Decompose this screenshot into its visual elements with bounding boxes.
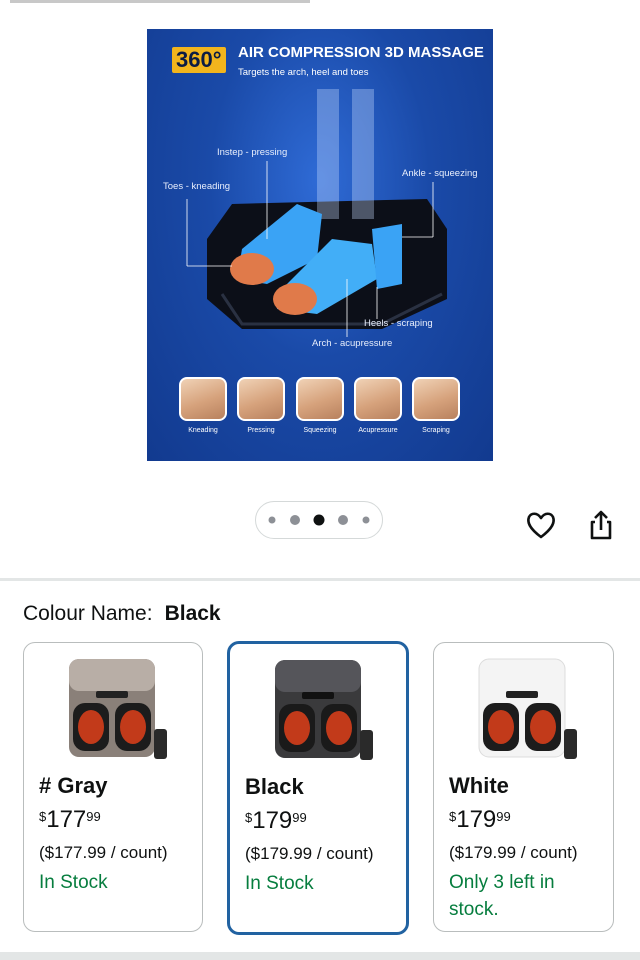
pager-dot-active[interactable] <box>313 514 325 526</box>
callout-ankle: Ankle - squeezing <box>402 168 478 179</box>
callout-instep: Instep - pressing <box>217 147 288 158</box>
technique-label: Kneading <box>188 427 218 434</box>
technique-thumb <box>179 377 227 421</box>
swatch-unit-price: ($179.99 / count) <box>449 843 578 862</box>
swatch-name: # Gray <box>39 773 108 798</box>
technique-label: Acupressure <box>358 427 398 434</box>
technique-thumbnails: Kneading Pressing Squeezing Acupressure … <box>147 377 493 439</box>
share-button[interactable] <box>584 508 618 542</box>
swatch-price: $17999 <box>245 807 307 834</box>
swatch-unit-price: ($177.99 / count) <box>39 843 168 862</box>
callout-heels: Heels - scraping <box>364 318 433 329</box>
colour-value: Black <box>164 602 221 625</box>
swatch-stock-status: In Stock <box>245 873 314 894</box>
product-image[interactable]: 360° AIR COMPRESSION 3D MASSAGE Targets … <box>147 29 493 461</box>
pager-dot[interactable] <box>268 516 276 524</box>
cropped-top-text <box>0 0 640 14</box>
callout-arch: Arch - acupressure <box>312 338 393 349</box>
swatch-price: $17799 <box>39 806 101 833</box>
swatch-name: White <box>449 773 509 798</box>
technique-label: Pressing <box>247 427 275 434</box>
swatch-stock-status: In Stock <box>39 872 108 893</box>
colour-name-row: Colour Name: Black <box>23 602 221 626</box>
product-thumbnail <box>69 659 167 759</box>
pager-dot[interactable] <box>290 515 300 525</box>
technique-label: Scraping <box>422 427 450 434</box>
pager-dot[interactable] <box>338 515 348 525</box>
swatch-stock-status: Only 3 left in stock. <box>449 872 555 920</box>
hero-title: AIR COMPRESSION 3D MASSAGE <box>238 44 484 61</box>
product-thumbnail <box>478 658 577 759</box>
swatch-unit-price: ($179.99 / count) <box>245 844 374 863</box>
hero-subtitle: Targets the arch, heel and toes <box>238 67 369 78</box>
heart-icon <box>527 512 555 539</box>
swatch-name: Black <box>245 774 304 799</box>
technique-thumb <box>354 377 402 421</box>
pager-dot[interactable] <box>362 516 370 524</box>
technique-label: Squeezing <box>303 427 337 434</box>
swatch-gray[interactable]: # Gray $17799 ($177.99 / count) In Stock <box>23 642 203 932</box>
swatch-price: $17999 <box>449 806 511 833</box>
callout-toes: Toes - kneading <box>163 181 231 192</box>
section-divider <box>0 952 640 960</box>
product-thumbnail <box>275 660 373 760</box>
wishlist-button[interactable] <box>524 508 558 542</box>
technique-thumb <box>412 377 460 421</box>
hero-badge: 360° <box>172 47 226 73</box>
swatch-black[interactable]: Black $17999 ($179.99 / count) In Stock <box>227 641 409 935</box>
swatch-white[interactable]: White $17999 ($179.99 / count) Only 3 le… <box>433 642 614 932</box>
technique-thumb <box>237 377 285 421</box>
image-pager[interactable] <box>255 501 383 539</box>
section-divider <box>0 578 640 581</box>
colour-label: Colour Name: <box>23 602 153 625</box>
share-icon <box>590 510 612 540</box>
technique-thumb <box>296 377 344 421</box>
